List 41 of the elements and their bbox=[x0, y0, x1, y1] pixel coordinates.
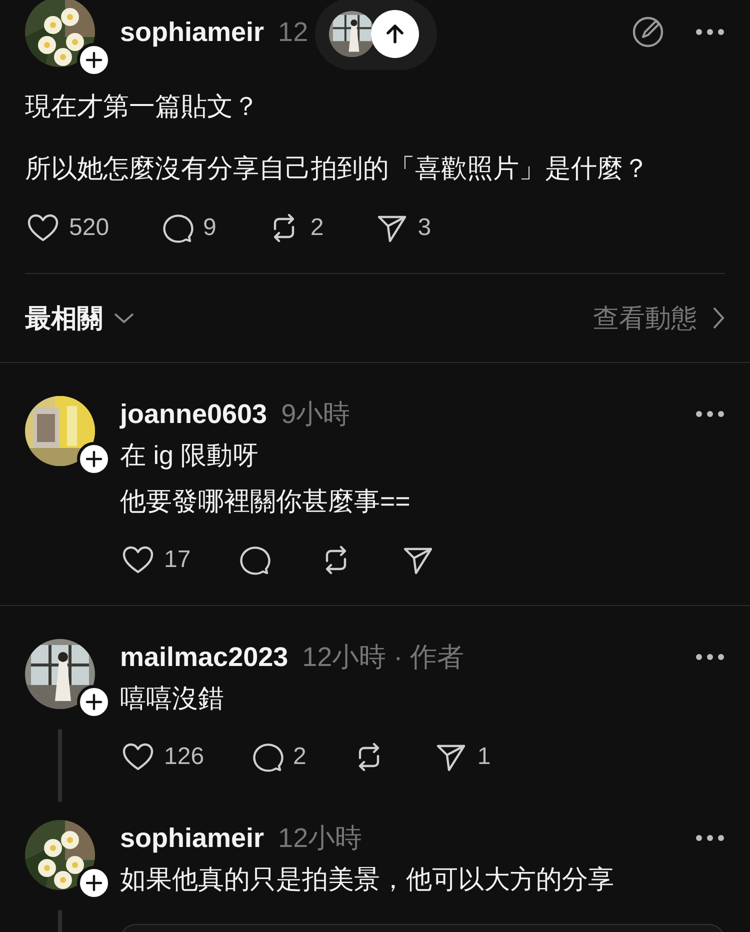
comment-text: 在 ig 限動呀 bbox=[120, 439, 260, 472]
more-button[interactable] bbox=[695, 653, 725, 661]
more-button[interactable] bbox=[695, 834, 725, 842]
more-icon bbox=[695, 410, 725, 418]
username: joanne0603 bbox=[120, 398, 268, 431]
edit-button[interactable] bbox=[631, 15, 665, 49]
more-icon bbox=[695, 28, 725, 36]
more-icon bbox=[695, 653, 725, 661]
plus-icon bbox=[84, 449, 104, 469]
view-activity-link[interactable]: 查看動態 bbox=[593, 298, 725, 338]
edit-icon bbox=[631, 15, 665, 49]
more-button[interactable] bbox=[695, 410, 725, 418]
post-text: 所以她怎麼沒有分享自己拍到的「喜歡照片」是什麼？ bbox=[24, 152, 650, 185]
like-button[interactable]: 17 bbox=[120, 542, 191, 578]
more-icon bbox=[695, 834, 725, 842]
share-button[interactable]: 1 bbox=[433, 739, 491, 775]
timestamp: 12 bbox=[278, 16, 308, 49]
comment-text: 如果他真的只是拍美景，他可以大方的分享 bbox=[120, 863, 615, 896]
timestamp: 9小時 bbox=[281, 398, 350, 431]
repost-button[interactable]: 2 bbox=[266, 210, 324, 246]
comment-text: 嘻嘻沒錯 bbox=[120, 682, 225, 715]
plus-icon bbox=[84, 873, 104, 893]
plus-icon bbox=[84, 692, 104, 712]
chevron-right-icon bbox=[711, 306, 725, 330]
plus-icon bbox=[84, 50, 104, 70]
like-button[interactable]: 126 bbox=[120, 739, 204, 775]
comment-button[interactable]: 9 bbox=[159, 210, 216, 246]
username: sophiameir bbox=[120, 822, 264, 855]
sort-dropdown[interactable]: 最相關 bbox=[25, 298, 135, 338]
comment-text: 他要發哪裡關你甚麼事== bbox=[120, 485, 412, 518]
scroll-up-button[interactable] bbox=[371, 10, 419, 58]
timestamp: 12小時 · 作者 bbox=[302, 640, 464, 674]
like-button[interactable]: 520 bbox=[25, 210, 110, 246]
chevron-down-icon bbox=[113, 311, 135, 325]
timestamp: 12小時 bbox=[278, 822, 362, 855]
username: mailmac2023 bbox=[120, 640, 288, 674]
share-button[interactable]: 3 bbox=[374, 210, 432, 246]
more-button[interactable] bbox=[695, 28, 725, 36]
post-text: 現在才第一篇貼文？ bbox=[24, 90, 260, 123]
username: sophiameir bbox=[120, 16, 264, 49]
comment-button[interactable]: 2 bbox=[249, 739, 306, 775]
